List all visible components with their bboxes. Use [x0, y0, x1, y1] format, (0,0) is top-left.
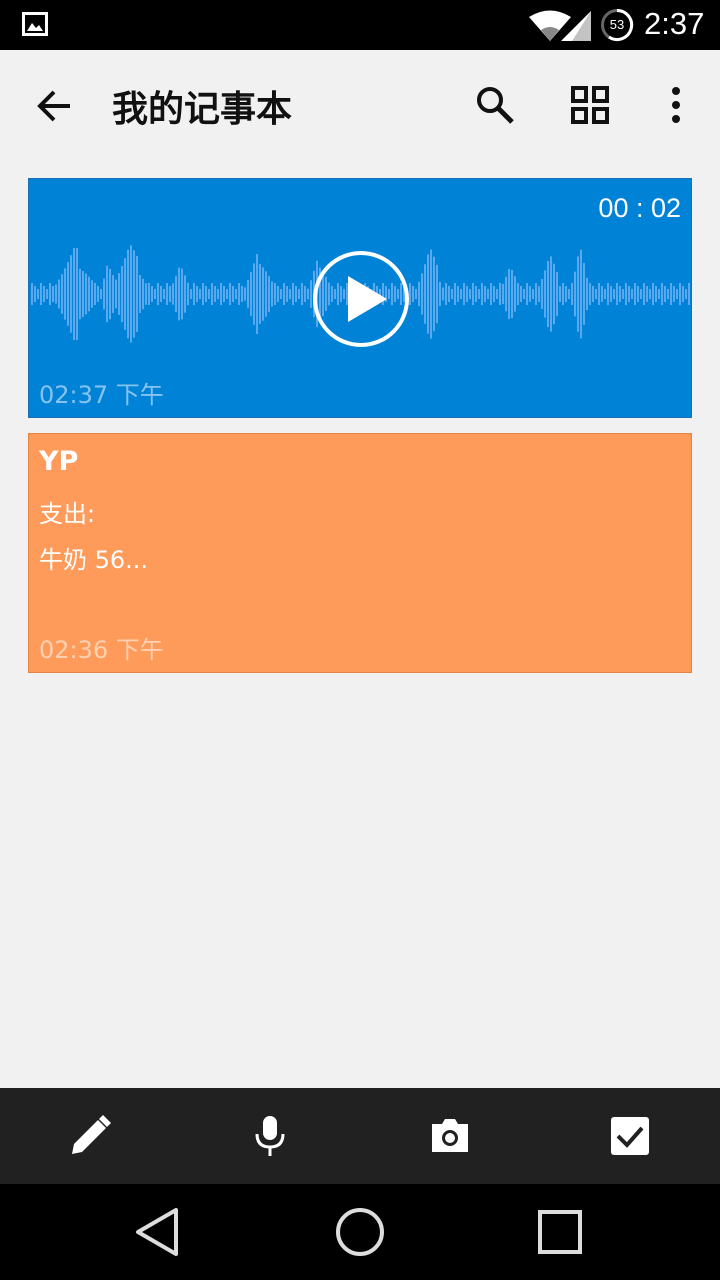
voice-duration: 00 : 02: [598, 193, 681, 223]
text-note-time: 02:36 下午: [39, 636, 164, 664]
note-line: 支出:: [39, 500, 96, 528]
search-icon[interactable]: [474, 84, 516, 126]
pencil-icon[interactable]: [68, 1114, 112, 1158]
nav-home-icon[interactable]: [334, 1206, 386, 1258]
more-vert-icon[interactable]: [666, 86, 686, 126]
voice-note-time: 02:37 下午: [39, 381, 164, 409]
status-bar: 53 2:37: [0, 0, 720, 50]
battery-icon: 53: [600, 8, 634, 42]
battery-level: 53: [609, 17, 625, 32]
bottom-action-bar: [0, 1088, 720, 1184]
checkbox-icon[interactable]: [608, 1114, 652, 1158]
note-line: 牛奶 56...: [39, 546, 149, 574]
nav-back-icon[interactable]: [132, 1206, 184, 1258]
microphone-icon[interactable]: [248, 1114, 292, 1158]
play-icon[interactable]: [312, 250, 410, 348]
grid-view-icon[interactable]: [570, 85, 610, 125]
toolbar: 我的记事本: [0, 50, 720, 160]
navigation-bar: [0, 1184, 720, 1280]
camera-icon[interactable]: [428, 1114, 472, 1158]
page-title: 我的记事本: [112, 89, 293, 130]
note-title: YP: [39, 446, 79, 477]
back-arrow-icon[interactable]: [34, 86, 74, 126]
screen: 53 2:37 我的记事本 00 : 02 02:37 下午 YP 支出: 牛奶…: [0, 0, 720, 1280]
status-clock: 2:37: [644, 6, 705, 41]
gallery-icon: [22, 12, 48, 36]
nav-recents-icon[interactable]: [534, 1206, 586, 1258]
voice-note-card[interactable]: 00 : 02 02:37 下午: [28, 178, 692, 418]
cellular-icon: [561, 11, 591, 41]
text-note-card[interactable]: YP 支出: 牛奶 56... 02:36 下午: [28, 433, 692, 673]
